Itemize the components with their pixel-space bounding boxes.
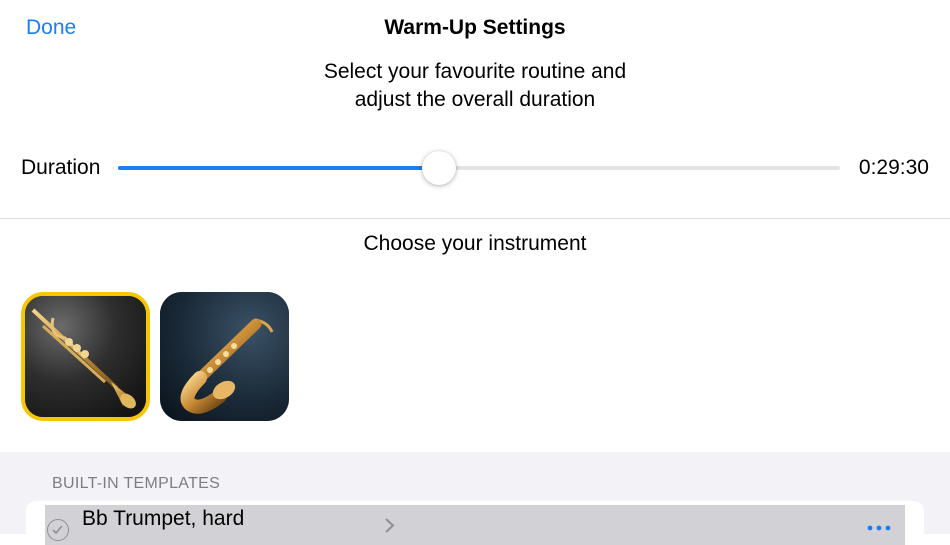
- duration-slider[interactable]: [118, 151, 840, 185]
- instrument-heading: Choose your instrument: [363, 232, 587, 255]
- template-row-label: Bb Trumpet, hard: [82, 507, 245, 530]
- instrument-saxophone-tile[interactable]: [160, 292, 289, 421]
- duration-value: 0:29:30: [858, 156, 929, 179]
- instrument-trumpet-tile[interactable]: [21, 292, 150, 421]
- subtitle-line-2: adjust the overall duration: [354, 88, 596, 111]
- trumpet-image: [25, 296, 146, 417]
- saxophone-image: [160, 292, 289, 421]
- page-subtitle: Select your favourite routine and adjust…: [0, 58, 950, 114]
- checkmark-circle-icon[interactable]: [47, 519, 69, 541]
- duration-label: Duration: [21, 156, 101, 179]
- slider-thumb[interactable]: [422, 151, 457, 185]
- chevron-right-icon: [384, 517, 396, 539]
- slider-fill: [118, 166, 440, 170]
- section-divider: [0, 218, 950, 219]
- templates-section-header: BUILT-IN TEMPLATES: [52, 475, 221, 492]
- ellipsis-icon[interactable]: [866, 520, 892, 538]
- subtitle-line-1: Select your favourite routine and: [323, 60, 627, 83]
- page-title: Warm-Up Settings: [384, 16, 566, 39]
